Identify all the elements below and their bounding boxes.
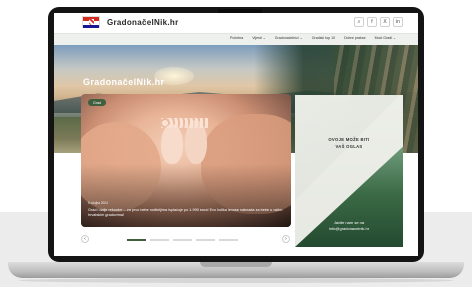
laptop-screen: GradonačelNik.hr ⌕ f X in Početna Vijest… <box>54 13 418 256</box>
slider-dot[interactable] <box>219 239 238 241</box>
ad-headline-2: VAŠ OGLAS <box>335 144 363 149</box>
slider-dot[interactable] <box>196 239 215 241</box>
croatian-flag-icon[interactable] <box>82 16 100 28</box>
site-brand[interactable]: GradonačelNik.hr <box>107 18 179 27</box>
slider-dot[interactable] <box>127 239 146 241</box>
nav-item-vijesti[interactable]: Vijesti ⌄ <box>252 36 266 40</box>
baby-toes <box>161 118 209 128</box>
hero-logo[interactable]: GradonačelNik.hr <box>83 77 164 87</box>
slider-prev-arrow-icon[interactable]: ‹ <box>81 235 89 243</box>
nav-item-moci-gradi[interactable]: Moći Gradi ⌄ <box>375 36 396 40</box>
nav-item-gradski-top-10[interactable]: Gradski top 10 <box>312 36 335 40</box>
slider-dots <box>127 239 238 241</box>
ad-contact-1: Javite nam se na <box>333 220 365 225</box>
checkerboard-crest-icon <box>89 19 94 25</box>
slide-date: 5 ožujka 2024 <box>88 201 108 205</box>
linkedin-icon[interactable]: in <box>393 17 403 27</box>
ad-banner[interactable]: OVOJE MOŽE BITI VAŠ OGLAS Javite nam se … <box>295 95 403 247</box>
ad-headline-1: OVOJE MOŽE BITI <box>328 137 370 142</box>
nav-item-dobre-prakse[interactable]: Dobre prakse <box>344 36 366 40</box>
nav-item-pocetna[interactable]: Početna <box>230 36 243 40</box>
search-icon[interactable]: ⌕ <box>354 17 364 27</box>
slider-dot[interactable] <box>150 239 169 241</box>
featured-slide[interactable]: Grad 5 ožujka 2024 Grad i dalje rekorder… <box>81 94 291 227</box>
laptop-shadow <box>18 278 454 283</box>
slide-title[interactable]: Grad i dalje rekorder – za prvo bebe rod… <box>88 208 284 218</box>
slider-next-arrow-icon[interactable]: › <box>282 235 290 243</box>
category-tag[interactable]: Grad <box>88 99 106 106</box>
baby-foot-left <box>161 124 183 164</box>
site-header: GradonačelNik.hr ⌕ f X in <box>54 13 418 33</box>
laptop-base-notch <box>200 262 272 267</box>
facebook-icon[interactable]: f <box>367 17 377 27</box>
header-icons: ⌕ f X in <box>354 17 403 27</box>
slider-dot[interactable] <box>173 239 192 241</box>
x-icon[interactable]: X <box>380 17 390 27</box>
ad-contact-email[interactable]: info@gradonacelnik.hr <box>295 226 403 231</box>
nav-item-gradonacelnici[interactable]: Gradonačelnici ⌄ <box>275 36 303 40</box>
